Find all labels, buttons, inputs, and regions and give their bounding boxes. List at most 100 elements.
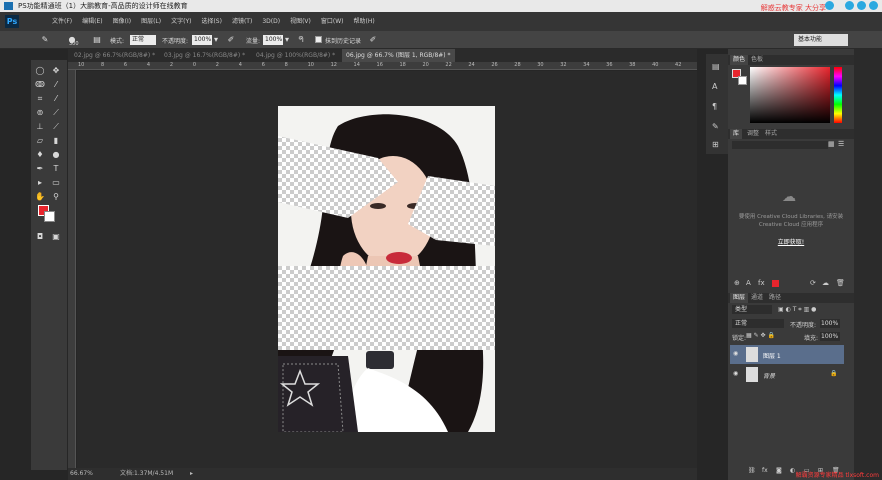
history-brush-icon[interactable]: ⟋ bbox=[51, 122, 61, 132]
maximize-icon[interactable] bbox=[857, 1, 866, 10]
blend-mode-select[interactable]: 正常 bbox=[732, 319, 784, 328]
lasso-tool-icon[interactable]: ↂ bbox=[35, 80, 45, 90]
visibility-eye-icon[interactable]: ◉ bbox=[733, 371, 740, 377]
flow-field[interactable]: 100% bbox=[263, 35, 283, 45]
tab-doc-02[interactable]: 02.jpg @ 66.7%(RGB/8#) * bbox=[70, 49, 159, 62]
menu-window[interactable]: 窗口(W) bbox=[321, 12, 344, 31]
get-app-link[interactable]: 立即获取! bbox=[738, 237, 844, 246]
tab-libraries[interactable]: 库 bbox=[730, 129, 743, 139]
menu-layer[interactable]: 图层(L) bbox=[141, 12, 161, 31]
visibility-eye-icon[interactable]: ◉ bbox=[733, 351, 740, 357]
color-field[interactable] bbox=[750, 67, 830, 123]
eraser-tool-icon[interactable]: ▱ bbox=[35, 136, 45, 146]
menu-image[interactable]: 图像(I) bbox=[113, 12, 131, 31]
color-bg-swatch[interactable] bbox=[738, 76, 747, 85]
brush-size: 300 bbox=[69, 41, 79, 47]
library-add-icon[interactable]: ⊕ bbox=[734, 279, 740, 287]
history-panel-icon[interactable]: ▤ bbox=[712, 62, 722, 72]
clone-source-icon[interactable]: ⊞ bbox=[712, 140, 722, 150]
menu-view[interactable]: 视图(V) bbox=[290, 12, 311, 31]
brush-panel-icon[interactable]: ▤ bbox=[92, 35, 102, 45]
brush-preset-panel-icon[interactable]: ✎ bbox=[712, 122, 722, 132]
tab-paths[interactable]: 路径 bbox=[766, 293, 784, 303]
clone-stamp-icon[interactable]: ⊥ bbox=[35, 122, 45, 132]
pen-tool-icon[interactable]: ✒ bbox=[35, 164, 45, 174]
magic-wand-icon[interactable]: ⁄ bbox=[51, 80, 61, 90]
layer-row-background[interactable]: ◉ 背景 🔒 bbox=[730, 365, 844, 384]
brush-tool-icon[interactable]: ⟋ bbox=[51, 108, 61, 118]
path-select-icon[interactable]: ▸ bbox=[35, 178, 45, 188]
library-text-icon[interactable]: A bbox=[746, 279, 751, 287]
crop-tool-icon[interactable]: ⌗ bbox=[35, 94, 45, 104]
tab-styles[interactable]: 样式 bbox=[762, 129, 780, 139]
minimize-icon[interactable] bbox=[845, 1, 854, 10]
menu-edit[interactable]: 编辑(E) bbox=[82, 12, 102, 31]
flow-dropdown-icon[interactable]: ▾ bbox=[284, 35, 290, 45]
link-layers-icon[interactable]: ⛓ bbox=[748, 467, 756, 474]
library-color-swatch[interactable] bbox=[772, 280, 779, 287]
layer-opacity-field[interactable]: 100% bbox=[820, 319, 840, 328]
menu-3d[interactable]: 3D(D) bbox=[262, 12, 280, 31]
tab-color[interactable]: 颜色 bbox=[730, 55, 749, 65]
pressure-opacity-icon[interactable]: ✐ bbox=[226, 35, 236, 45]
move-tool-icon[interactable]: ✥ bbox=[51, 66, 61, 76]
library-cloud-icon[interactable]: ☁ bbox=[822, 279, 829, 287]
lock-icons[interactable]: ▦ ✎ ✥ 🔒 bbox=[746, 332, 775, 339]
layer-name[interactable]: 背景 bbox=[763, 371, 775, 380]
hue-slider[interactable] bbox=[834, 67, 842, 123]
tab-doc-04[interactable]: 04.jpg @ 100%(RGB/8#) * bbox=[252, 49, 339, 62]
adjustment-layer-icon[interactable]: ◐ bbox=[790, 467, 795, 474]
eyedropper-tool-icon[interactable]: ⁄ bbox=[51, 94, 61, 104]
layer-filter-select[interactable]: 类型 bbox=[732, 305, 772, 314]
history-checkbox[interactable] bbox=[315, 36, 322, 43]
portrait-artwork bbox=[278, 106, 495, 432]
blur-tool-icon[interactable]: ♦ bbox=[35, 150, 45, 160]
library-fx-icon[interactable]: fx bbox=[758, 279, 765, 287]
mode-select[interactable]: 正常 bbox=[130, 35, 156, 45]
zoom-level[interactable]: 66.67% bbox=[70, 468, 93, 480]
workspace-preset-select[interactable]: 基本功能 bbox=[794, 34, 848, 46]
eraser-tool-icon[interactable]: ✎ bbox=[40, 35, 50, 45]
list-view-icon[interactable]: ☰ bbox=[838, 140, 844, 148]
zoom-tool-icon[interactable]: ⚲ bbox=[51, 192, 61, 202]
tab-adjustments[interactable]: 调整 bbox=[744, 129, 762, 139]
airbrush-icon[interactable]: ᖗ bbox=[296, 35, 306, 45]
opacity-field[interactable]: 100% bbox=[192, 35, 212, 45]
screen-mode-icon[interactable]: ▣ bbox=[51, 232, 61, 242]
rectangle-tool-icon[interactable]: ▭ bbox=[51, 178, 61, 188]
grid-view-icon[interactable]: ▦ bbox=[828, 140, 835, 148]
layer-row-layer1[interactable]: ◉ 图层 1 bbox=[730, 345, 844, 364]
background-color-swatch[interactable] bbox=[44, 211, 55, 222]
layer-name[interactable]: 图层 1 bbox=[763, 351, 781, 360]
dodge-tool-icon[interactable]: ● bbox=[51, 150, 61, 160]
gradient-tool-icon[interactable]: ▮ bbox=[51, 136, 61, 146]
tab-swatches[interactable]: 色板 bbox=[748, 55, 766, 65]
layer-fill-field[interactable]: 100% bbox=[820, 332, 840, 341]
menu-filter[interactable]: 滤镜(T) bbox=[232, 12, 252, 31]
paragraph-panel-icon[interactable]: ¶ bbox=[712, 102, 722, 112]
type-tool-icon[interactable]: T bbox=[51, 164, 61, 174]
menu-type[interactable]: 文字(Y) bbox=[171, 12, 191, 31]
library-trash-icon[interactable]: 🗑 bbox=[836, 279, 845, 287]
library-select[interactable] bbox=[732, 141, 828, 149]
add-mask-icon[interactable]: ◙ bbox=[776, 467, 782, 474]
opacity-dropdown-icon[interactable]: ▾ bbox=[213, 35, 219, 45]
library-sync-icon[interactable]: ⟳ bbox=[810, 279, 816, 287]
tab-channels[interactable]: 通道 bbox=[748, 293, 766, 303]
marquee-tool-icon[interactable]: ◯ bbox=[35, 66, 45, 76]
healing-brush-icon[interactable]: ⊚ bbox=[35, 108, 45, 118]
character-panel-icon[interactable]: A bbox=[712, 82, 722, 92]
tab-doc-06[interactable]: 06.jpg @ 66.7% (图层 1, RGB/8#) * bbox=[342, 49, 455, 62]
menu-help[interactable]: 帮助(H) bbox=[354, 12, 375, 31]
close-icon[interactable] bbox=[869, 1, 878, 10]
hand-tool-icon[interactable]: ✋ bbox=[35, 192, 45, 202]
tab-doc-03[interactable]: 03.jpg @ 16.7%(RGB/8#) * bbox=[160, 49, 249, 62]
menu-file[interactable]: 文件(F) bbox=[52, 12, 72, 31]
quick-mask-icon[interactable]: ◘ bbox=[35, 232, 45, 242]
layer-style-icon[interactable]: fx bbox=[762, 467, 768, 474]
document-image[interactable] bbox=[278, 106, 495, 432]
menu-select[interactable]: 选择(S) bbox=[201, 12, 222, 31]
status-arrow-icon[interactable]: ▸ bbox=[190, 468, 193, 480]
tab-layers[interactable]: 图层 bbox=[730, 293, 749, 303]
pressure-size-icon[interactable]: ✐ bbox=[368, 35, 378, 45]
